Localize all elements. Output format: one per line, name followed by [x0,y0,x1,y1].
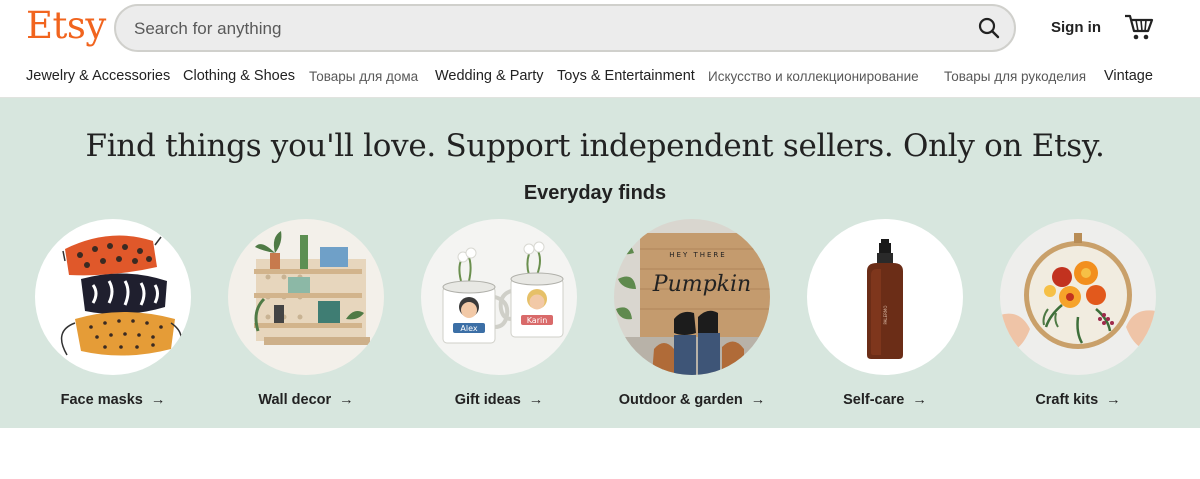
page-body-blank [0,428,1200,479]
cart-button[interactable] [1123,12,1155,42]
category-label: Face masks → [60,392,166,408]
category-label: Craft kits → [1035,392,1121,408]
craft-kits-image [1000,219,1156,375]
arrow-right-icon: → [1106,392,1121,408]
mug-name-2: Karin [527,316,548,325]
shopping-cart-icon [1125,14,1154,40]
nav-art-collectibles[interactable]: Искусство и коллекционирование [708,69,919,84]
category-self-care[interactable]: PALERMO Self-care → [807,219,963,409]
hero-banner: Find things you'll love. Support indepen… [0,98,1200,428]
category-label: Gift ideas → [454,392,544,408]
arrow-right-icon: → [912,392,927,408]
outdoor-garden-image: HEY THERE Pumpkin [614,219,770,375]
nav-home-goods[interactable]: Товары для дома [309,69,418,84]
category-label: Wall decor → [258,392,354,408]
category-label: Self-care → [843,392,927,408]
arrow-right-icon: → [528,392,544,408]
nav-jewelry-accessories[interactable]: Jewelry & Accessories [26,68,170,84]
category-outdoor-garden[interactable]: HEY THERE Pumpkin Outdoor & garden → [614,219,770,409]
nav-craft-supplies[interactable]: Товары для рукоделия [944,69,1086,84]
search-bar [114,4,1016,52]
nav-clothing-shoes[interactable]: Clothing & Shoes [183,68,295,84]
gift-ideas-image: Alex Karin [421,219,577,375]
category-nav: Jewelry & Accessories Clothing & Shoes Т… [0,68,1200,90]
category-face-masks[interactable]: Face masks → [35,219,191,409]
self-care-image: PALERMO [807,219,963,375]
category-label: Outdoor & garden → [618,392,766,408]
category-wall-decor[interactable]: Wall decor → [228,219,384,409]
category-craft-kits[interactable]: Craft kits → [1000,219,1156,409]
mug-name-1: Alex [460,324,477,333]
wall-decor-image [228,219,384,375]
site-header: Etsy Sign in Jewelry & Accessories Cloth… [0,0,1200,98]
everyday-finds-title: Everyday finds [523,182,667,204]
doormat-top-text: HEY THERE [669,251,726,259]
hero-title: Find things you'll love. Support indepen… [85,128,1105,164]
bottle-label-text: PALERMO [883,305,888,324]
sign-in-link[interactable]: Sign in [1051,19,1101,36]
arrow-right-icon: → [339,392,354,408]
category-gift-ideas[interactable]: Alex Karin Gift ideas → [421,219,577,409]
search-button[interactable] [970,9,1008,47]
search-input[interactable] [132,16,956,42]
doormat-main-text: Pumpkin [652,272,751,297]
nav-toys-entertainment[interactable]: Toys & Entertainment [557,68,695,84]
search-icon [978,17,1000,39]
nav-vintage[interactable]: Vintage [1104,68,1153,84]
nav-wedding-party[interactable]: Wedding & Party [435,68,544,84]
arrow-right-icon: → [750,392,766,408]
face-masks-image [35,219,191,375]
arrow-right-icon: → [150,392,166,408]
etsy-logo[interactable]: Etsy [26,4,106,47]
